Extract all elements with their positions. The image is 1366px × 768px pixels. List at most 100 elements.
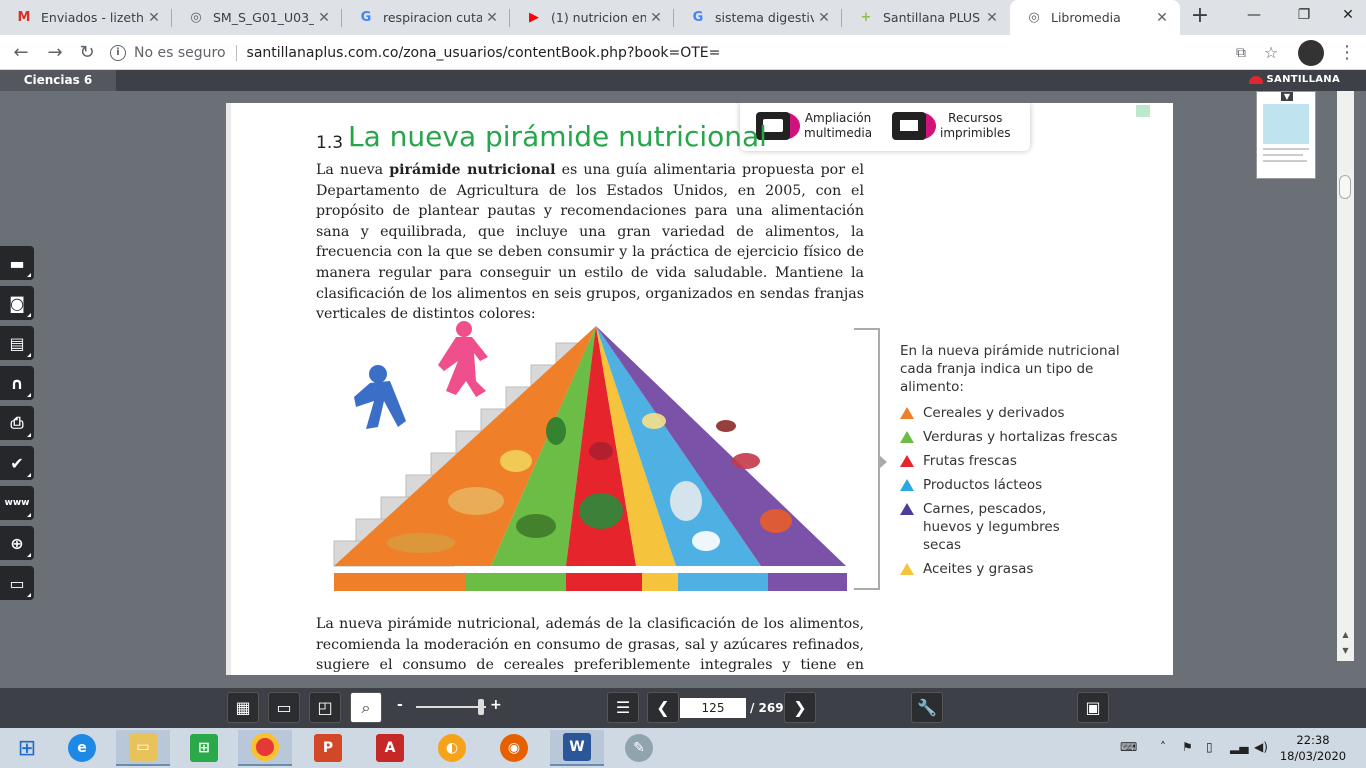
taskbar-acrobat[interactable]: A (363, 730, 417, 766)
close-tab-icon[interactable]: ✕ (646, 10, 666, 26)
file-explorer-icon[interactable]: ▭ (129, 733, 157, 761)
store-icon[interactable]: ⊞ (190, 734, 218, 762)
browser-tab[interactable]: ▶ (1) nutricion en ani✕ (510, 0, 674, 35)
close-tab-icon[interactable]: ✕ (814, 10, 834, 26)
zoom-slider[interactable] (416, 706, 486, 708)
close-tab-icon[interactable]: ✕ (982, 10, 1002, 26)
scrollbar-thumb[interactable] (1339, 175, 1351, 199)
presentation-icon[interactable]: ▣ (1077, 692, 1109, 723)
info-icon[interactable]: i (110, 45, 126, 61)
chevron-down-icon[interactable]: ▼ (1281, 92, 1293, 101)
menu-list-icon[interactable]: ☰ (607, 692, 639, 723)
book-tab[interactable]: Ciencias 6 (0, 70, 116, 91)
taskbar-firefox[interactable]: ◉ (487, 730, 541, 766)
vpn-icon[interactable]: ◐ (438, 734, 466, 762)
menu-icon[interactable]: ⋮ (1334, 40, 1360, 66)
new-tab-button[interactable]: + (1188, 4, 1212, 28)
browser-tab[interactable]: ◎ Libromedia ✕ (1010, 0, 1180, 35)
vertical-scrollbar[interactable]: ▲ ▼ (1337, 91, 1354, 661)
multimedia-resource[interactable]: Ampliación multimedia (756, 109, 872, 143)
acrobat-icon[interactable]: A (376, 734, 404, 762)
taskbar-ie[interactable]: e (55, 730, 109, 766)
browser-tab[interactable]: Gsistema digestivo d✕ (674, 0, 842, 35)
legend-item: Verduras y hortalizas frescas (900, 428, 1130, 446)
taskbar-paint[interactable]: ✎ (612, 730, 666, 766)
zoom-out-button[interactable]: - (397, 697, 403, 713)
scroll-up-icon[interactable]: ▲ (1337, 627, 1354, 643)
zoom-in-button[interactable]: + (490, 697, 502, 713)
scroll-down-icon[interactable]: ▼ (1337, 643, 1354, 659)
check-tool-icon[interactable]: ✔ (0, 446, 34, 480)
internet-explorer-icon[interactable]: e (68, 734, 96, 762)
taskbar-word[interactable]: W (550, 730, 604, 766)
zoom-slider-handle[interactable] (478, 699, 484, 715)
windows-icon[interactable]: ⊞ (18, 736, 36, 761)
volume-icon[interactable]: ◀) (1254, 740, 1268, 754)
close-tab-icon[interactable]: ✕ (314, 10, 334, 26)
minimize-icon[interactable]: — (1240, 4, 1268, 26)
chevron-up-icon[interactable]: ˄ (1160, 740, 1166, 754)
keyboard-icon[interactable]: ⌨ (1120, 740, 1137, 754)
browser-tab[interactable]: + Santillana PLUS +✕ (842, 0, 1010, 35)
folder-tool-icon[interactable]: ▬ (0, 246, 34, 280)
forward-icon[interactable]: → (42, 40, 68, 66)
chrome-icon[interactable] (251, 733, 279, 761)
bookmark-star-icon[interactable]: ☆ (1258, 40, 1284, 66)
clock[interactable]: 22:38 18/03/2020 (1278, 732, 1348, 764)
browser-tab-strip: MEnviados - lizeth.he✕◎SM_S_G01_U03_L03✕… (0, 0, 1366, 35)
printable-icon[interactable] (892, 109, 938, 143)
clock-date: 18/03/2020 (1279, 749, 1347, 763)
taskbar-vpn[interactable]: ◐ (425, 730, 479, 766)
document-tool-icon[interactable]: ▤ (0, 326, 34, 360)
close-tab-icon[interactable]: ✕ (482, 10, 502, 26)
signal-icon[interactable]: ▂▄ (1230, 740, 1248, 754)
close-tab-icon[interactable]: ✕ (1152, 10, 1172, 26)
headphones-tool-icon[interactable]: ∩ (0, 366, 34, 400)
taskbar-powerpoint[interactable]: P (301, 730, 355, 766)
browser-toolbar: ← → ↻ i No es seguro santillanaplus.com.… (0, 35, 1366, 70)
page-corner-icon[interactable]: ◰ (309, 692, 341, 723)
printer-tool-icon[interactable]: ⎙ (0, 406, 34, 440)
browser-tab[interactable]: M Enviados - lizeth.he✕ (0, 0, 172, 35)
firefox-icon[interactable]: ◉ (500, 734, 528, 762)
viewer-controls: ▦ ▭ ◰ ⌕ - + ☰ ❮ / 269 ❯ 🔧 ▣ (0, 688, 1366, 728)
tab-title: SM_S_G01_U03_L03 (213, 10, 314, 25)
flag-icon[interactable]: ⚑ (1182, 740, 1193, 754)
add-tool-icon[interactable]: ⊕ (0, 526, 34, 560)
address-bar[interactable]: i No es seguro santillanaplus.com.co/zon… (110, 40, 1290, 66)
reload-icon[interactable]: ↻ (74, 40, 100, 66)
profile-avatar[interactable] (1298, 40, 1324, 66)
battery-icon[interactable]: ▯ (1206, 740, 1213, 754)
page-thumbnail[interactable]: ▼ (1256, 91, 1316, 179)
extension-icon[interactable]: ⧉ (1228, 40, 1254, 66)
printable-resource[interactable]: Recursos imprimibles (892, 109, 1011, 143)
taskbar-store[interactable]: ⊞ (177, 730, 231, 766)
grid-view-icon[interactable]: ▦ (227, 692, 259, 723)
taskbar-explorer[interactable]: ▭ (116, 730, 170, 766)
paint-icon[interactable]: ✎ (625, 734, 653, 762)
zoom-search-icon[interactable]: ⌕ (350, 692, 382, 723)
browser-tab[interactable]: Grespiracion cutanea✕ (342, 0, 510, 35)
taskbar-chrome[interactable] (238, 730, 292, 766)
word-icon[interactable]: W (563, 733, 591, 761)
briefcase-tool-icon[interactable]: ▭ (0, 566, 34, 600)
start-button[interactable]: ⊞ (0, 730, 54, 766)
powerpoint-icon[interactable]: P (314, 734, 342, 762)
camera-tool-icon[interactable]: ◙ (0, 286, 34, 320)
url-text[interactable]: santillanaplus.com.co/zona_usuarios/cont… (247, 45, 721, 61)
windows-taskbar: ⊞ e ▭ ⊞ P A ◐ ◉ W ✎ ⌨ ˄ ⚑ ▯ ▂▄ ◀) 22:38 … (0, 728, 1366, 768)
previous-page-icon[interactable]: ❮ (647, 692, 679, 723)
back-icon[interactable]: ← (8, 40, 34, 66)
divider (235, 45, 237, 61)
page-number-input[interactable] (680, 698, 746, 718)
close-window-icon[interactable]: ✕ (1334, 4, 1362, 26)
close-tab-icon[interactable]: ✕ (144, 10, 164, 26)
santillana-logo: SANTILLANA (1248, 74, 1340, 85)
next-page-icon[interactable]: ❯ (784, 692, 816, 723)
globe-icon: ◎ (190, 10, 202, 25)
browser-tab[interactable]: ◎ SM_S_G01_U03_L03✕ (172, 0, 342, 35)
wrench-icon[interactable]: 🔧 (911, 692, 943, 723)
two-page-icon[interactable]: ▭ (268, 692, 300, 723)
www-tool-icon[interactable]: www (0, 486, 34, 520)
restore-icon[interactable]: ❐ (1290, 4, 1318, 26)
